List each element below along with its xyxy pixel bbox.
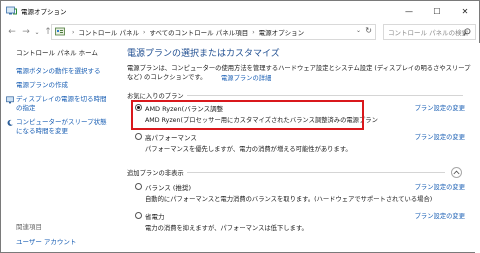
sidebar-item-sleep[interactable]: コンピューターがスリープ状態になる時間を変更: [5, 118, 113, 136]
sidebar-item-create-plan[interactable]: 電源プランの作成: [5, 81, 113, 90]
plan-name: 省電力: [145, 212, 165, 221]
section-divider: [187, 95, 463, 96]
plan-name: 高パフォーマンス: [145, 133, 197, 142]
close-button[interactable]: ✕: [451, 1, 479, 21]
breadcrumb-power-options[interactable]: 電源オプション: [259, 27, 305, 37]
plan-name: バランス (推奨): [145, 183, 192, 192]
section-divider: [187, 172, 445, 173]
minimize-button[interactable]: —: [395, 1, 423, 21]
change-plan-settings-link[interactable]: プラン設定の変更: [415, 211, 465, 220]
plan-radio-high-performance[interactable]: [135, 133, 142, 140]
user-accounts-link[interactable]: ユーザー アカウント: [16, 236, 76, 246]
main-content: 電源プランの選択またはカスタマイズ 電源プランは、コンピューターの使用方法を管理…: [119, 43, 474, 253]
sidebar-item-label: 電源プランの作成: [16, 81, 68, 89]
maximize-button[interactable]: ☐: [423, 1, 451, 21]
recent-locations-button[interactable]: ⌄: [33, 25, 41, 39]
breadcrumb-separator: ›: [252, 28, 255, 36]
change-plan-settings-link[interactable]: プラン設定の変更: [415, 182, 465, 191]
title-bar: 電源オプション — ☐ ✕: [1, 1, 479, 21]
plan-description: 電力の消費を抑えますが、パフォーマンスは低下します。: [145, 225, 308, 232]
related-heading: 関連項目: [16, 223, 42, 231]
sidebar-item-label: コンピューターがスリープ状態になる時間を変更: [16, 118, 107, 135]
change-plan-settings-link[interactable]: プラン設定の変更: [415, 132, 465, 141]
chevron-up-icon: [453, 170, 460, 175]
search-input[interactable]: コントロール パネルの検索: [388, 27, 468, 37]
collapse-additional-plans-button[interactable]: [451, 167, 462, 178]
moon-icon: [5, 118, 15, 127]
window-controls: — ☐ ✕: [395, 1, 479, 21]
vertical-scrollbar[interactable]: [475, 43, 480, 253]
sidebar-item-label: 電源ボタンの動作を選択する: [16, 67, 101, 75]
sidebar: コントロール パネル ホーム 電源ボタンの動作を選択する 電源プランの作成 ディ…: [1, 43, 111, 253]
breadcrumb-separator: ›: [142, 28, 146, 36]
page-description: 電源プランは、コンピューターの使用方法を管理するハードウェア設定とシステム設定 …: [127, 65, 471, 81]
breadcrumb-control-panel[interactable]: コントロール パネル: [78, 27, 139, 37]
window-title: 電源オプション: [21, 8, 67, 16]
plan-description: パフォーマンスを優先しますが、電力の消費が増える可能性があります。: [145, 146, 352, 153]
refresh-button[interactable]: ↻: [365, 26, 372, 35]
power-plan-details-link[interactable]: 電源プランの詳細: [221, 73, 271, 82]
sidebar-item-label: ディスプレイの電源を切る時間の指定: [16, 95, 107, 112]
favorites-label: お気に入りのプラン: [127, 93, 184, 100]
sidebar-home-link[interactable]: コントロール パネル ホーム: [16, 47, 98, 57]
search-icon[interactable]: [463, 28, 471, 38]
monitor-icon: [5, 95, 15, 104]
plan-description: 自動的にパフォーマンスと電力消費のバランスを取ります。(ハードウェアでサポートさ…: [145, 196, 433, 203]
search-box[interactable]: コントロール パネルの検索: [383, 24, 476, 40]
page-title: 電源プランの選択またはカスタマイズ: [127, 49, 280, 59]
breadcrumb-separator: ›: [72, 28, 75, 36]
power-options-icon: [6, 6, 17, 16]
change-plan-settings-link[interactable]: プラン設定の変更: [415, 103, 465, 112]
plan-high-performance: 高パフォーマンス パフォーマンスを優先しますが、電力の消費が増える可能性がありま…: [135, 132, 465, 153]
sidebar-item-display-off[interactable]: ディスプレイの電源を切る時間の指定: [5, 95, 113, 113]
plan-radio-power-saver[interactable]: [135, 212, 142, 219]
plan-radio-balanced[interactable]: [135, 183, 142, 190]
address-bar[interactable]: › コントロール パネル › すべてのコントロール パネル項目 › 電源オプショ…: [51, 24, 376, 40]
breadcrumb-all-items[interactable]: すべてのコントロール パネル項目: [149, 27, 248, 37]
navigation-bar: ← → ⌄ ↑ › コントロール パネル › すべてのコントロール パネル項目 …: [1, 21, 479, 43]
sidebar-item-power-button[interactable]: 電源ボタンの動作を選択する: [5, 67, 113, 76]
back-button[interactable]: ←: [5, 25, 19, 39]
sidebar-task-list: 電源ボタンの動作を選択する 電源プランの作成 ディスプレイの電源を切る時間の指定: [5, 67, 113, 141]
control-panel-icon: [55, 27, 65, 37]
forward-button[interactable]: →: [19, 25, 33, 39]
plan-balanced-recommended: バランス (推奨) 自動的にパフォーマンスと電力消費のバランスを取ります。(ハー…: [135, 182, 465, 203]
selected-plan-highlight: [131, 100, 364, 130]
address-dropdown-button[interactable]: ⌄: [356, 27, 361, 34]
plan-power-saver: 省電力 電力の消費を抑えますが、パフォーマンスは低下します。 プラン設定の変更: [135, 211, 465, 232]
power-options-window: 電源オプション — ☐ ✕ ← → ⌄ ↑ › コントロール パネル › すべて: [0, 0, 480, 253]
additional-plans-toggle-label[interactable]: 追加プランの非表示: [127, 168, 184, 177]
